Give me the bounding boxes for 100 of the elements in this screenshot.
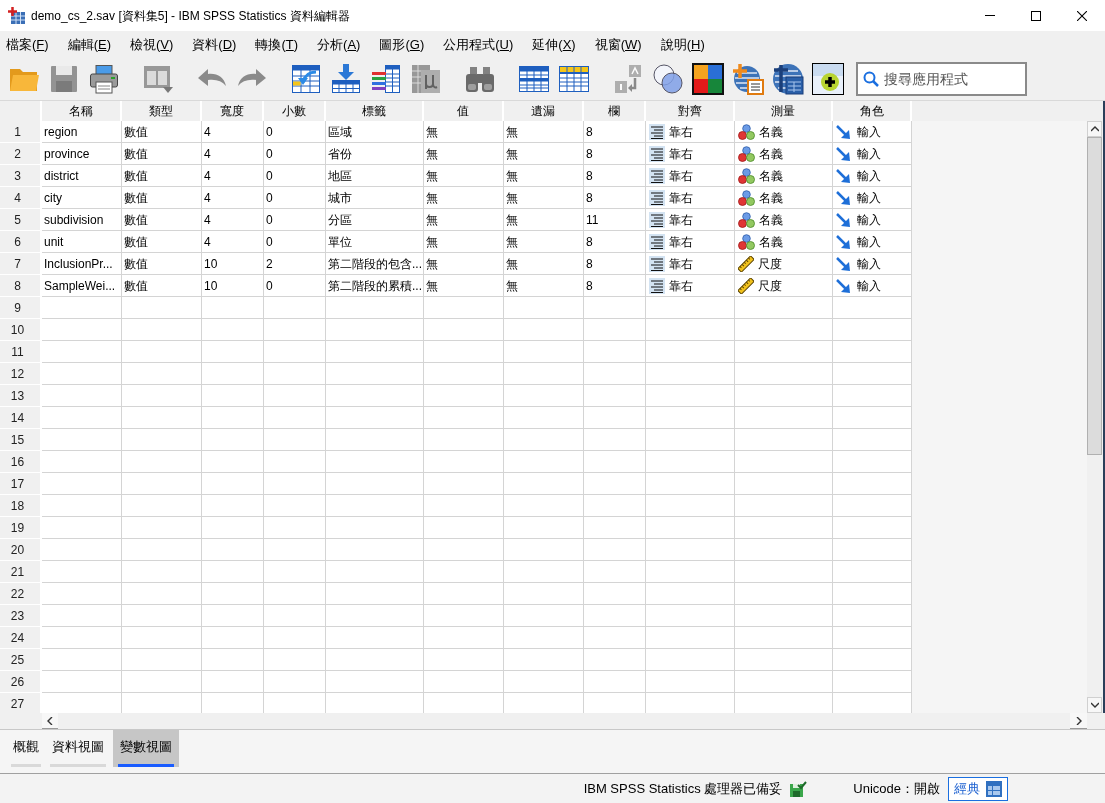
table-cell: 0 (264, 165, 326, 187)
table-cell: 無 (424, 275, 504, 297)
table-cell: 8 (584, 165, 646, 187)
table-cell: 0 (264, 209, 326, 231)
table-cell: 2 (264, 253, 326, 275)
row-number: 23 (0, 605, 42, 627)
table-cell: 無 (504, 143, 584, 165)
cell-text: 名義 (759, 167, 783, 185)
cell-text: 名義 (759, 233, 783, 251)
cell-text: 輸入 (857, 123, 881, 141)
row-number: 27 (0, 693, 42, 713)
table-cell: 數值 (122, 143, 202, 165)
row-number: 17 (0, 473, 42, 495)
cell-text: 名義 (759, 145, 783, 163)
window-title: demo_cs_2.sav [資料集5] - IBM SPSS Statistics 資料編輯器 (31, 7, 350, 25)
row-number: 14 (0, 407, 42, 429)
row-number: 11 (0, 341, 42, 363)
cell-text: 名義 (759, 189, 783, 207)
row-number: 7 (0, 253, 42, 275)
table-cell: 10 (202, 275, 264, 297)
row-number: 22 (0, 583, 42, 605)
row-number: 26 (0, 671, 42, 693)
table-cell: 0 (264, 187, 326, 209)
cell-text: 尺度 (758, 255, 782, 273)
table-cell: 0 (264, 121, 326, 143)
row-number: 13 (0, 385, 42, 407)
row-number: 3 (0, 165, 42, 187)
table-cell: 無 (424, 253, 504, 275)
table-cell: 分區 (326, 209, 424, 231)
table-cell: 無 (504, 253, 584, 275)
cell-text: 輸入 (857, 255, 881, 273)
cell-text: 靠右 (669, 145, 693, 163)
row-number: 1 (0, 121, 42, 143)
table-cell: 4 (202, 187, 264, 209)
table-cell: 8 (584, 231, 646, 253)
table-cell: 8 (584, 253, 646, 275)
table-cell: 0 (264, 231, 326, 253)
table-cell: 省份 (326, 143, 424, 165)
table-cell: 4 (202, 121, 264, 143)
table-cell: 城市 (326, 187, 424, 209)
row-number: 12 (0, 363, 42, 385)
row-number: 18 (0, 495, 42, 517)
table-cell: 第二階段的累積... (326, 275, 424, 297)
table-cell: city (42, 187, 122, 209)
table-cell: 0 (264, 143, 326, 165)
row-number: 4 (0, 187, 42, 209)
cell-text: 輸入 (857, 233, 881, 251)
table-cell: 8 (584, 187, 646, 209)
table-cell: 無 (504, 275, 584, 297)
row-number: 10 (0, 319, 42, 341)
table-cell: InclusionPr... (42, 253, 122, 275)
table-cell: region (42, 121, 122, 143)
encoding-status: Unicode：開啟 (853, 779, 940, 798)
table-cell: 數值 (122, 253, 202, 275)
table-cell: 數值 (122, 275, 202, 297)
row-number: 9 (0, 297, 42, 319)
table-cell: 無 (424, 165, 504, 187)
table-cell: 4 (202, 209, 264, 231)
row-number: 25 (0, 649, 42, 671)
table-cell: unit (42, 231, 122, 253)
row-number: 2 (0, 143, 42, 165)
row-number: 19 (0, 517, 42, 539)
table-cell: 無 (504, 231, 584, 253)
table-cell: 4 (202, 143, 264, 165)
row-number: 20 (0, 539, 42, 561)
cell-text: 輸入 (857, 211, 881, 229)
table-cell: 4 (202, 231, 264, 253)
cell-text: 靠右 (669, 255, 693, 273)
cell-text: 輸入 (857, 145, 881, 163)
table-cell: 8 (584, 275, 646, 297)
cell-text: 名義 (759, 123, 783, 141)
table-cell: 4 (202, 165, 264, 187)
table-cell: 數值 (122, 209, 202, 231)
table-cell: 10 (202, 253, 264, 275)
table-cell: subdivision (42, 209, 122, 231)
row-number: 15 (0, 429, 42, 451)
row-number: 21 (0, 561, 42, 583)
table-cell: 數值 (122, 165, 202, 187)
table-cell: 8 (584, 121, 646, 143)
cell-text: 名義 (759, 211, 783, 229)
cell-text: 靠右 (669, 211, 693, 229)
table-cell: 無 (424, 231, 504, 253)
table-cell: 單位 (326, 231, 424, 253)
table-cell: province (42, 143, 122, 165)
table-cell: 區域 (326, 121, 424, 143)
table-cell: 無 (424, 143, 504, 165)
cell-text: 輸入 (857, 277, 881, 295)
cell-text: 輸入 (857, 189, 881, 207)
row-number: 5 (0, 209, 42, 231)
status-message: IBM SPSS Statistics 處理器已備妥 (583, 779, 783, 798)
table-cell: 無 (424, 121, 504, 143)
table-cell: 數值 (122, 231, 202, 253)
row-number: 6 (0, 231, 42, 253)
table-cell: 11 (584, 209, 646, 231)
table-cell: 8 (584, 143, 646, 165)
table-cell: 無 (424, 187, 504, 209)
table-cell: 第二階段的包含... (326, 253, 424, 275)
table-cell: 無 (504, 187, 584, 209)
table-cell: district (42, 165, 122, 187)
cell-text: 靠右 (669, 277, 693, 295)
